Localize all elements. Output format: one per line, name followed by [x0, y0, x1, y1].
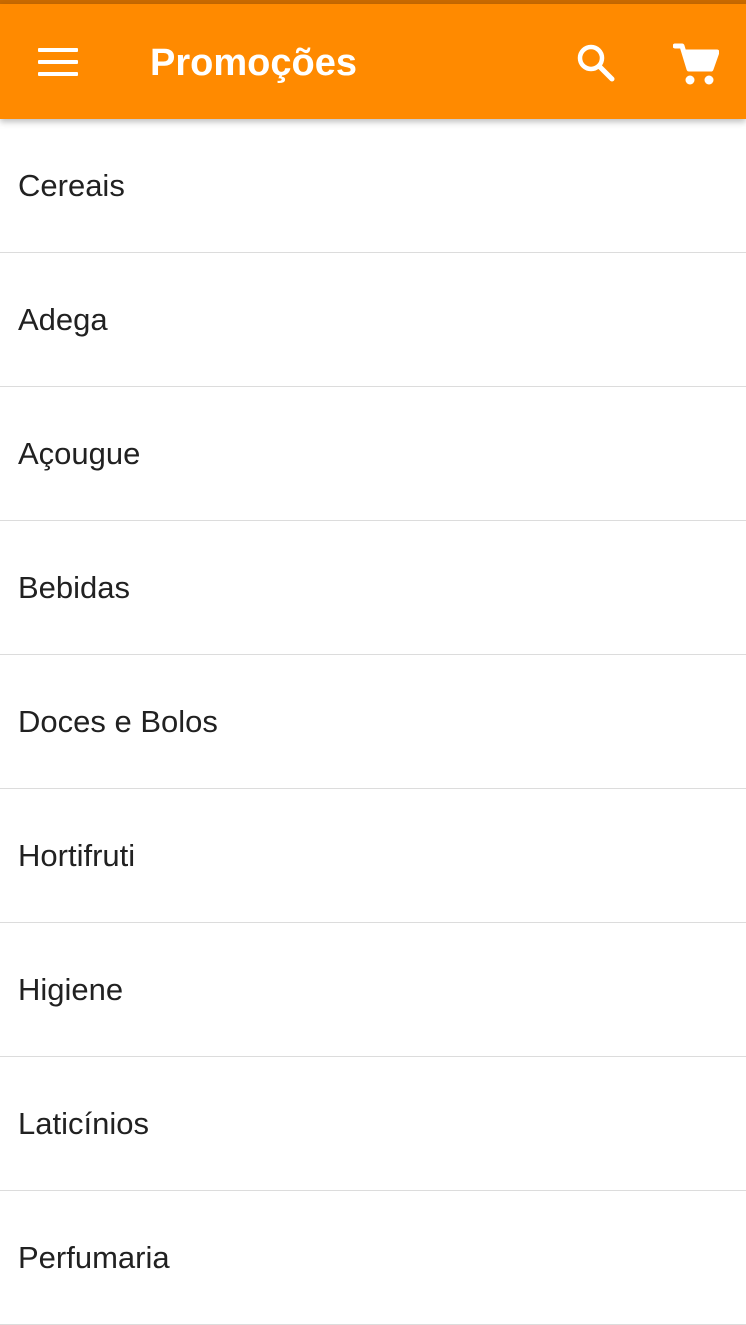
hamburger-menu-icon — [38, 48, 78, 76]
category-label: Cereais — [18, 167, 125, 203]
category-item-acougue[interactable]: Açougue — [0, 387, 746, 521]
category-label: Bebidas — [18, 569, 131, 605]
search-button[interactable] — [566, 34, 626, 92]
category-label: Higiene — [18, 971, 124, 1007]
category-label: Laticínios — [18, 1105, 149, 1141]
category-item-doces-e-bolos[interactable]: Doces e Bolos — [0, 655, 746, 789]
category-label: Açougue — [18, 435, 141, 471]
shopping-cart-icon — [673, 43, 719, 85]
category-item-laticinios[interactable]: Laticínios — [0, 1057, 746, 1191]
search-icon — [577, 44, 615, 82]
category-item-cereais[interactable]: Cereais — [0, 119, 746, 253]
menu-button[interactable] — [28, 34, 88, 90]
category-item-bebidas[interactable]: Bebidas — [0, 521, 746, 655]
category-label: Adega — [18, 301, 108, 337]
category-item-perfumaria[interactable]: Perfumaria — [0, 1191, 746, 1325]
app-bar: Promoções — [0, 4, 746, 119]
category-item-adega[interactable]: Adega — [0, 253, 746, 387]
page-title: Promoções — [150, 42, 357, 84]
category-label: Hortifruti — [18, 837, 136, 873]
category-item-hortifruti[interactable]: Hortifruti — [0, 789, 746, 923]
category-item-higiene[interactable]: Higiene — [0, 923, 746, 1057]
category-list: Cereais Adega Açougue Bebidas Doces e Bo… — [0, 119, 746, 1325]
category-label: Perfumaria — [18, 1239, 170, 1275]
category-label: Doces e Bolos — [18, 703, 218, 739]
cart-button[interactable] — [664, 34, 728, 94]
